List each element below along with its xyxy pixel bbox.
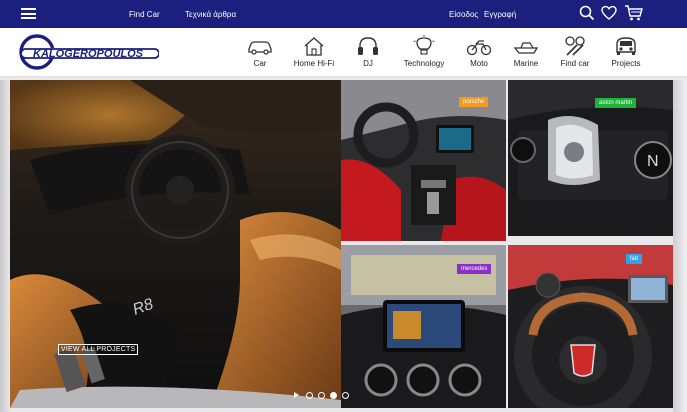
nav-technology[interactable]: Technology [396, 35, 452, 68]
top-bar: Find Car Τεχνικά άρθρα Είσοδος Εγγραφή [0, 0, 687, 28]
main-nav: KALOGEROPOULOS Car Home Hi-Fi DJ Technol… [0, 28, 687, 77]
slider-dot-active[interactable] [330, 391, 337, 399]
nav-home-hifi-label: Home Hi-Fi [293, 59, 335, 68]
login-link[interactable]: Είσοδος [449, 10, 478, 19]
nav-home-hifi[interactable]: Home Hi-Fi [286, 35, 342, 68]
aston-martin-interior-illustration: N [508, 80, 673, 236]
headphones-icon [358, 37, 378, 55]
projects-car-icon [616, 37, 636, 55]
right-edge [673, 80, 687, 412]
menu-icon[interactable] [21, 8, 36, 20]
tag-mercedes[interactable]: mercedes [457, 264, 492, 274]
slider-controls [294, 390, 354, 400]
tag-fiat[interactable]: fiat [626, 254, 643, 264]
search-icon[interactable] [579, 5, 595, 21]
nav-dj[interactable]: DJ [340, 35, 396, 68]
find-car-link[interactable]: Find Car [129, 10, 160, 19]
fiat-interior-illustration [508, 245, 673, 408]
wrench-icon [565, 36, 585, 56]
tile-porsche[interactable]: porsche [341, 80, 506, 241]
hero-interior-illustration: R8 [10, 80, 341, 408]
nav-projects-label: Projects [611, 59, 641, 68]
tag-aston-martin[interactable]: aston martin [595, 98, 637, 108]
cart-icon[interactable] [624, 4, 643, 22]
nav-marine[interactable]: Marine [498, 35, 554, 68]
register-link[interactable]: Εγγραφή [484, 10, 516, 19]
nav-car-label: Car [253, 59, 267, 68]
view-all-projects-button[interactable]: VIEW ALL PROJECTS [58, 344, 139, 355]
slider-dot[interactable] [342, 391, 349, 399]
slider-dot[interactable] [318, 391, 325, 399]
left-edge [0, 80, 10, 412]
nav-dj-label: DJ [363, 59, 373, 68]
nav-find-car-label: Find car [560, 59, 590, 68]
tag-porsche[interactable]: porsche [459, 97, 489, 107]
motorcycle-icon [466, 40, 492, 56]
nav-projects[interactable]: Projects [598, 35, 654, 68]
kalogeropoulos-logo[interactable]: KALOGEROPOULOS [17, 33, 159, 71]
articles-link[interactable]: Τεχνικά άρθρα [185, 10, 236, 19]
tile-fiat[interactable]: fiat [508, 245, 673, 408]
heart-icon[interactable] [601, 5, 617, 21]
play-icon[interactable] [294, 392, 299, 398]
car-icon [248, 41, 272, 55]
nav-find-car[interactable]: Find car [547, 35, 603, 68]
nav-moto-label: Moto [470, 59, 488, 68]
logo-text: KALOGEROPOULOS [33, 48, 144, 60]
lightbulb-icon [413, 35, 435, 55]
boat-icon [513, 42, 539, 54]
home-icon [304, 37, 324, 56]
slider-dot[interactable] [306, 391, 313, 399]
nav-marine-label: Marine [513, 59, 539, 68]
gear-n-glyph: N [647, 153, 659, 170]
hero-image[interactable]: R8 VIEW ALL PROJECTS [10, 80, 341, 408]
nav-technology-label: Technology [403, 59, 445, 68]
nav-car[interactable]: Car [232, 35, 288, 68]
tile-mercedes[interactable]: mercedes [341, 245, 506, 408]
tile-aston-martin[interactable]: N aston martin [508, 80, 673, 236]
